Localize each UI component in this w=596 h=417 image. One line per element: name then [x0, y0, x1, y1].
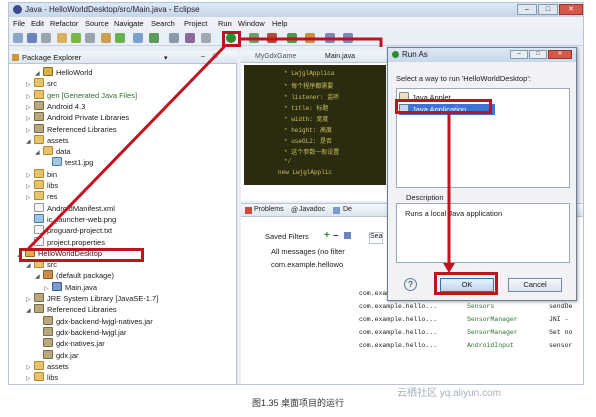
tutorial-arrows — [27, 37, 455, 273]
eclipse-window: Java - HelloWorldDesktop/src/Main.java -… — [8, 2, 584, 385]
arrow-project-to-run — [27, 45, 226, 250]
arrow-run-to-dialog — [241, 37, 383, 47]
figure-caption: 图1.35 桌面项目的运行 — [251, 398, 345, 408]
arrow-head — [443, 263, 455, 273]
